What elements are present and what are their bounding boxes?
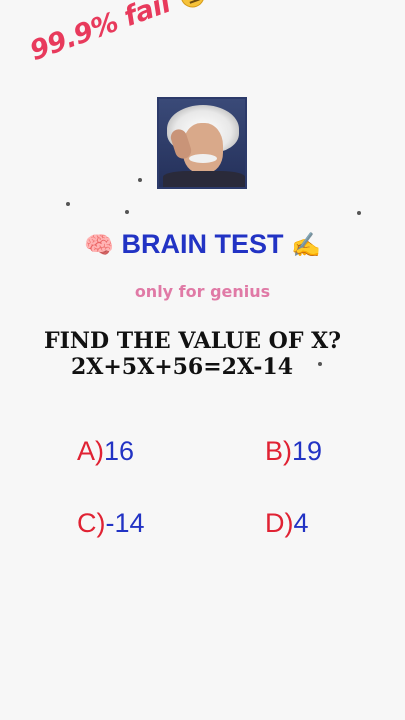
subtitle: only for genius — [134, 282, 271, 301]
speck — [138, 178, 142, 182]
option-letter: B) — [265, 436, 292, 466]
page-title: 🧠 BRAIN TEST ✍ — [0, 229, 405, 260]
option-a[interactable]: A)16 — [77, 436, 134, 467]
einstein-portrait — [157, 97, 247, 189]
option-value: 16 — [104, 436, 135, 466]
portrait-suit — [163, 171, 245, 187]
option-value: 4 — [293, 508, 309, 538]
monocle-face-icon — [177, 0, 209, 11]
question: FIND THE VALUE OF X? 2X+5X+56=2X-14 — [44, 328, 341, 380]
brain-icon: 🧠 — [84, 232, 114, 260]
title-text: BRAIN TEST — [121, 229, 284, 259]
option-letter: C) — [77, 508, 106, 538]
writing-hand-icon: ✍ — [291, 232, 321, 260]
question-equation: 2X+5X+56=2X-14 — [71, 354, 294, 380]
option-b[interactable]: B)19 — [265, 436, 322, 467]
portrait-mustache — [189, 154, 217, 163]
fail-banner: 99.9% fail .. — [26, 0, 270, 67]
question-line-1: FIND THE VALUE OF X? — [44, 328, 342, 354]
option-letter: A) — [77, 436, 104, 466]
speck — [125, 210, 129, 214]
option-letter: D) — [265, 508, 294, 538]
option-value: -14 — [105, 508, 145, 538]
speck — [357, 211, 361, 215]
option-value: 19 — [292, 436, 323, 466]
speck — [66, 202, 70, 206]
fail-text: 99.9% fail — [26, 0, 175, 68]
option-d[interactable]: D)4 — [265, 508, 309, 539]
option-c[interactable]: C)-14 — [77, 508, 145, 539]
